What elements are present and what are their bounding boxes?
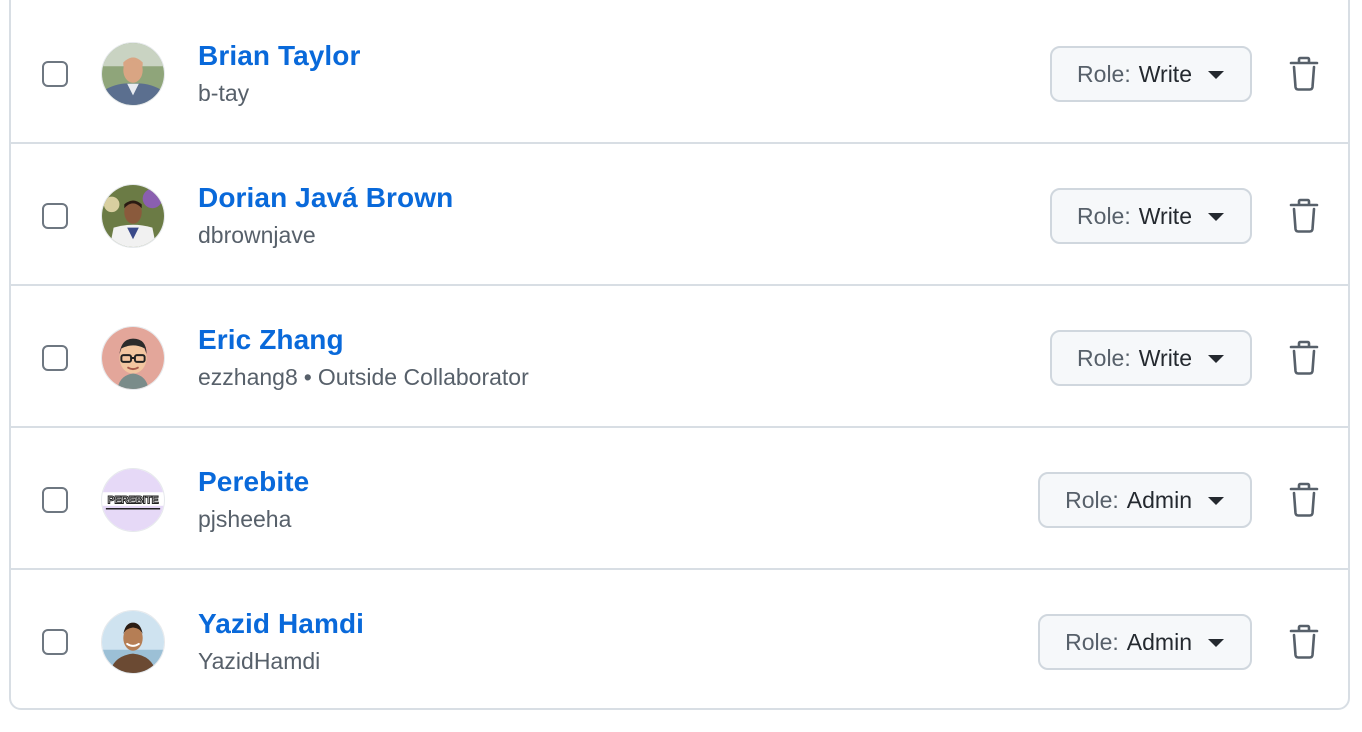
role-dropdown-button[interactable]: Role: Admin — [1038, 472, 1252, 528]
remove-member-button[interactable] — [1288, 340, 1320, 376]
avatar[interactable] — [101, 610, 165, 674]
role-value: Write — [1138, 344, 1192, 371]
member-row: PEREBITE Perebite pjsheeha Role: Admin — [11, 428, 1348, 570]
member-name-link[interactable]: Yazid Hamdi — [198, 608, 364, 640]
select-member-checkbox[interactable] — [42, 61, 68, 87]
separator-dot: • — [303, 364, 312, 390]
avatar[interactable] — [101, 42, 165, 106]
role-value: Admin — [1126, 628, 1192, 655]
username-text: ezzhang8 — [198, 364, 298, 390]
role-dropdown-button[interactable]: Role: Write — [1050, 188, 1252, 244]
avatar[interactable] — [101, 184, 165, 248]
member-row: Yazid Hamdi YazidHamdi Role: Admin — [11, 570, 1348, 712]
role-dropdown-button[interactable]: Role: Write — [1050, 330, 1252, 386]
avatar-logo-icon: PEREBITE — [102, 469, 164, 531]
role-prefix: Role: — [1065, 486, 1119, 513]
role-prefix: Role: — [1077, 344, 1131, 371]
username-text: b-tay — [198, 80, 250, 106]
role-prefix: Role: — [1077, 60, 1131, 87]
trash-icon — [1289, 482, 1319, 517]
member-row: Eric Zhang ezzhang8 • Outside Collaborator… — [11, 286, 1348, 428]
trash-icon — [1289, 340, 1319, 375]
trash-icon — [1289, 56, 1319, 91]
avatar-memoji-icon — [102, 327, 164, 389]
trash-icon — [1289, 624, 1319, 659]
select-member-checkbox[interactable] — [42, 345, 68, 371]
remove-member-button[interactable] — [1288, 198, 1320, 234]
role-value: Admin — [1126, 486, 1192, 513]
role-dropdown-button[interactable]: Role: Admin — [1038, 614, 1252, 670]
username-text: YazidHamdi — [198, 648, 321, 674]
caret-down-icon — [1208, 639, 1224, 647]
username-text: pjsheeha — [198, 506, 292, 532]
member-username: b-tay — [198, 80, 249, 107]
username-text: dbrownjave — [198, 222, 316, 248]
role-prefix: Role: — [1077, 202, 1131, 229]
member-row: Dorian Javá Brown dbrownjave Role: Write — [11, 144, 1348, 286]
member-username: YazidHamdi — [198, 648, 320, 675]
role-dropdown-button[interactable]: Role: Write — [1050, 46, 1252, 102]
role-prefix: Role: — [1065, 628, 1119, 655]
member-name-link[interactable]: Perebite — [198, 466, 309, 498]
collaborator-label: Outside Collaborator — [317, 364, 529, 390]
caret-down-icon — [1208, 213, 1224, 221]
member-username: pjsheeha — [198, 506, 291, 533]
member-row: Brian Taylor b-tay Role: Write — [11, 2, 1348, 144]
member-name-link[interactable]: Brian Taylor — [198, 40, 361, 72]
member-username: ezzhang8 • Outside Collaborator — [198, 364, 529, 391]
avatar-photo-icon — [102, 185, 164, 247]
caret-down-icon — [1208, 71, 1224, 79]
role-value: Write — [1138, 60, 1192, 87]
caret-down-icon — [1208, 497, 1224, 505]
caret-down-icon — [1208, 355, 1224, 363]
remove-member-button[interactable] — [1288, 482, 1320, 518]
avatar-logo-text: PEREBITE — [108, 494, 159, 506]
select-member-checkbox[interactable] — [42, 629, 68, 655]
member-name-link[interactable]: Dorian Javá Brown — [198, 182, 453, 214]
avatar-photo-icon — [102, 43, 164, 105]
avatar[interactable] — [101, 326, 165, 390]
remove-member-button[interactable] — [1288, 56, 1320, 92]
avatar[interactable]: PEREBITE — [101, 468, 165, 532]
trash-icon — [1289, 198, 1319, 233]
avatar-photo-icon — [102, 611, 164, 673]
select-member-checkbox[interactable] — [42, 487, 68, 513]
select-member-checkbox[interactable] — [42, 203, 68, 229]
member-name-link[interactable]: Eric Zhang — [198, 324, 344, 356]
role-value: Write — [1138, 202, 1192, 229]
member-username: dbrownjave — [198, 222, 316, 249]
member-list: Brian Taylor b-tay Role: Write Dorian Ja… — [9, 0, 1350, 710]
remove-member-button[interactable] — [1288, 624, 1320, 660]
